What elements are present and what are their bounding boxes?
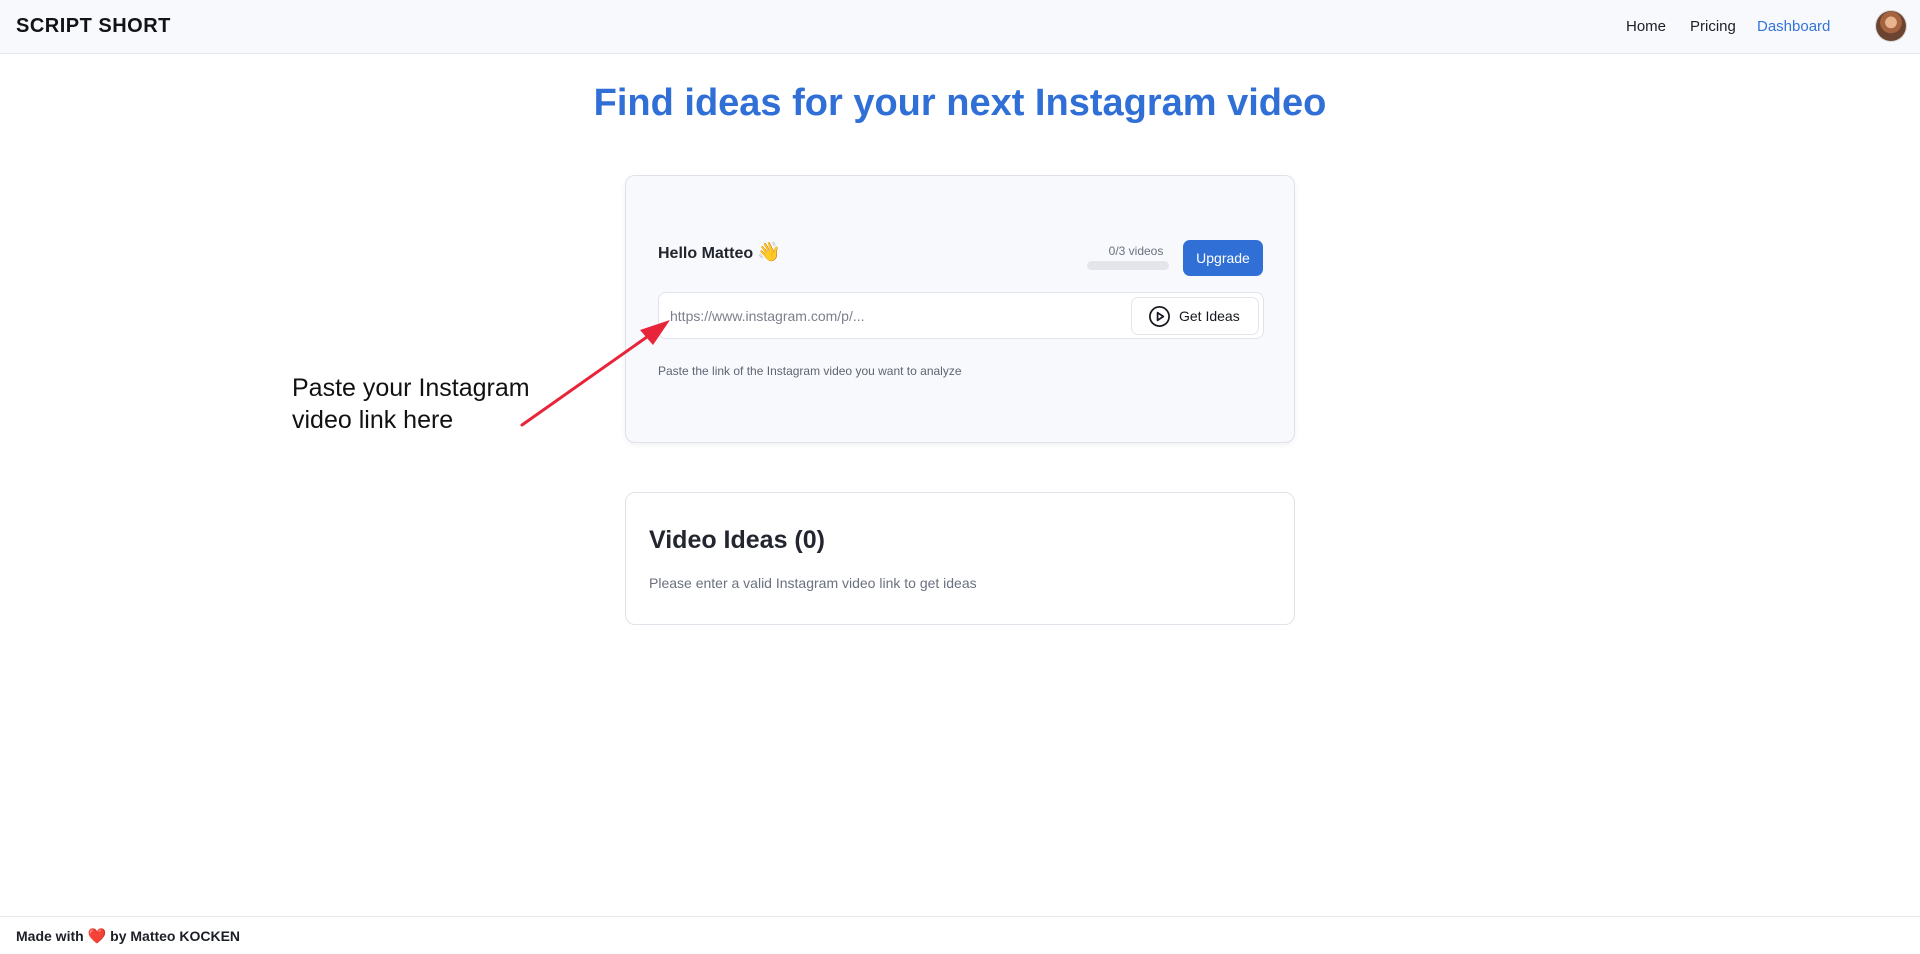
- video-ideas-title: Video Ideas (0): [649, 526, 825, 554]
- instagram-url-input[interactable]: [670, 303, 1120, 329]
- heart-icon: ❤️: [87, 928, 107, 945]
- video-ideas-empty-message: Please enter a valid Instagram video lin…: [649, 575, 977, 591]
- analyze-card: Hello Matteo👋 0/3 videos Upgrade Get Ide…: [625, 175, 1295, 443]
- footer: Made with ❤️ by Matteo KOCKEN: [0, 916, 1920, 954]
- footer-credit: Made with ❤️ by Matteo KOCKEN: [16, 927, 240, 945]
- usage-progress-bar: [1087, 261, 1169, 270]
- annotation-line-2: video link here: [292, 406, 454, 434]
- user-avatar-icon[interactable]: [1876, 11, 1906, 41]
- page-headline: Find ideas for your next Instagram video: [593, 82, 1327, 124]
- nav-link-dashboard[interactable]: Dashboard: [1757, 18, 1830, 35]
- greeting: Hello Matteo 👋: [658, 240, 781, 264]
- footer-suffix: by Matteo KOCKEN: [110, 928, 241, 944]
- nav-link-home[interactable]: Home: [1626, 18, 1666, 35]
- footer-prefix: Made with: [16, 928, 84, 944]
- get-ideas-button[interactable]: Get Ideas: [1131, 297, 1259, 335]
- greeting-text: Hello Matteo: [658, 245, 754, 262]
- waving-hand-icon: 👋: [757, 242, 781, 263]
- brand-logo-text[interactable]: SCRIPT SHORT: [16, 15, 171, 38]
- usage-counter: 0/3 videos: [1108, 244, 1164, 258]
- play-circle-icon: [1149, 305, 1170, 327]
- upgrade-button[interactable]: Upgrade: [1183, 240, 1263, 276]
- annotation-arrow-icon: [520, 320, 670, 427]
- top-navbar: SCRIPT SHORT Home Pricing Dashboard: [0, 0, 1920, 54]
- annotation-callout: Paste your Instagram video link here: [292, 372, 530, 436]
- video-ideas-panel: Video Ideas (0) Please enter a valid Ins…: [625, 492, 1295, 625]
- get-ideas-label: Get Ideas: [1179, 308, 1240, 324]
- annotation-line-1: Paste your Instagram: [292, 374, 530, 402]
- url-hint-text: Paste the link of the Instagram video yo…: [658, 364, 962, 378]
- nav-link-pricing[interactable]: Pricing: [1690, 18, 1736, 35]
- url-input-group: Get Ideas: [658, 292, 1264, 339]
